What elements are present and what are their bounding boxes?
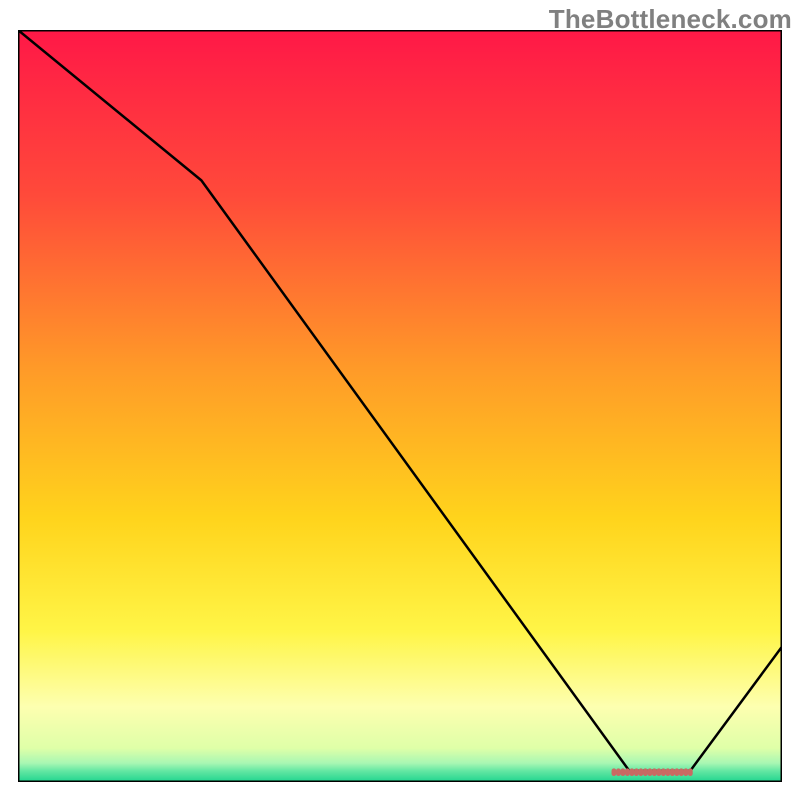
gradient-background (18, 30, 782, 782)
chart-stage: TheBottleneck.com (0, 0, 800, 800)
chart-svg (18, 30, 782, 782)
chart-plot (18, 30, 782, 782)
watermark-text: TheBottleneck.com (549, 4, 792, 35)
